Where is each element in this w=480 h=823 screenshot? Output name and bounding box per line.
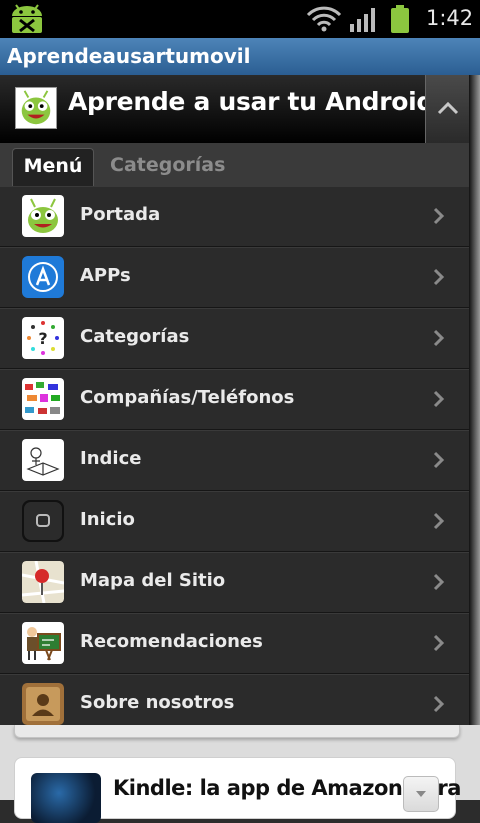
clock: 1:42 — [426, 6, 474, 30]
menu-item-inicio[interactable]: Inicio — [0, 491, 469, 552]
android-mascot-icon — [22, 195, 64, 237]
menu-list: Portada APPs ? Categorías Compañías/Telé… — [0, 186, 469, 735]
menu-item-label: Recomendaciones — [80, 631, 263, 652]
chevron-up-icon — [437, 101, 459, 115]
phones-collage-icon — [22, 378, 64, 420]
menu-item-apps[interactable]: APPs — [0, 247, 469, 308]
android-debug-icon — [12, 4, 42, 33]
battery-icon — [391, 5, 409, 33]
menu-item-recomendaciones[interactable]: Recomendaciones — [0, 613, 469, 674]
question-dots-icon: ? — [22, 317, 64, 359]
tab-bar: Menú Categorías — [0, 143, 469, 188]
menu-item-categorias[interactable]: ? Categorías — [0, 308, 469, 369]
android-mascot-icon — [21, 90, 51, 125]
tab-menu[interactable]: Menú — [12, 148, 94, 188]
menu-item-label: Inicio — [80, 509, 135, 530]
chevron-down-icon — [416, 791, 426, 797]
site-title: Aprende a usar tu Android — [68, 87, 434, 116]
menu-item-indice[interactable]: Indice — [0, 430, 469, 491]
tab-categorias[interactable]: Categorías — [110, 148, 225, 188]
map-pin-icon — [22, 561, 64, 603]
app-title-bar: Aprendeausartumovil — [0, 38, 480, 76]
menu-item-label: Categorías — [80, 326, 190, 347]
menu-item-companias[interactable]: Compañías/Teléfonos — [0, 369, 469, 430]
site-logo[interactable] — [15, 87, 57, 129]
svg-text:?: ? — [38, 329, 47, 348]
chevron-right-icon — [433, 329, 445, 347]
menu-item-label: Mapa del Sitio — [80, 570, 226, 591]
menu-item-label: Compañías/Teléfonos — [80, 387, 295, 408]
chevron-right-icon — [433, 573, 445, 591]
chevron-right-icon — [433, 207, 445, 225]
menu-item-label: Portada — [80, 204, 161, 225]
site-header: Aprende a usar tu Android — [0, 75, 470, 144]
home-button-icon — [22, 500, 64, 542]
wifi-icon — [306, 6, 342, 32]
chevron-right-icon — [433, 512, 445, 530]
article-thumbnail — [31, 773, 101, 823]
scroll-shadow — [469, 75, 480, 725]
chevron-right-icon — [433, 390, 445, 408]
book-sketch-icon — [22, 439, 64, 481]
article-card[interactable]: Kindle: la app de Amazon para — [14, 757, 461, 823]
menu-item-label: Indice — [80, 448, 142, 469]
chevron-right-icon — [433, 695, 445, 713]
teacher-board-icon — [22, 622, 64, 664]
article-dropdown-button[interactable] — [403, 776, 439, 812]
app-store-icon — [22, 256, 64, 298]
chevron-right-icon — [433, 451, 445, 469]
chevron-right-icon — [433, 268, 445, 286]
chevron-right-icon — [433, 634, 445, 652]
contacts-book-icon — [22, 683, 64, 725]
menu-item-label: APPs — [80, 265, 131, 286]
collapse-button[interactable] — [425, 75, 470, 143]
content-divider — [14, 725, 460, 738]
menu-item-mapa[interactable]: Mapa del Sitio — [0, 552, 469, 613]
app-title: Aprendeausartumovil — [7, 44, 251, 68]
menu-item-portada[interactable]: Portada — [0, 186, 469, 247]
signal-icon — [350, 8, 375, 32]
status-bar: 1:42 — [0, 0, 480, 38]
page-content: Kindle: la app de Amazon para — [0, 725, 480, 823]
menu-item-label: Sobre nosotros — [80, 692, 235, 713]
